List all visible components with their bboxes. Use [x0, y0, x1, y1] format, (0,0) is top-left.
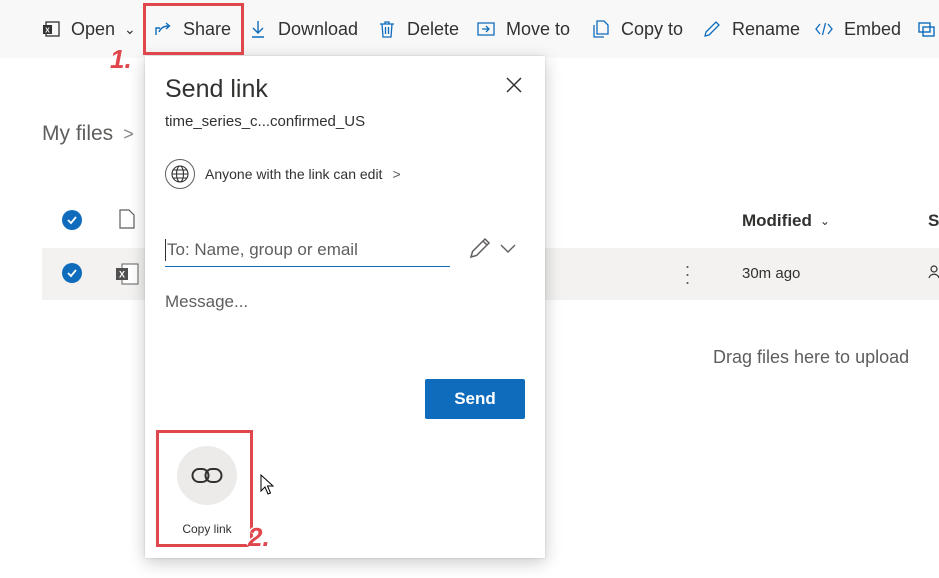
code-icon — [813, 18, 835, 40]
step-2-label: 2. — [248, 522, 270, 552]
modified-column-header[interactable]: Modified ⌄ — [742, 211, 830, 231]
share-highlight-box — [143, 3, 244, 55]
open-label: Open — [71, 18, 116, 39]
shared-icon — [928, 264, 939, 280]
mouse-pointer-icon — [260, 473, 275, 496]
dialog-title: Send link — [165, 75, 268, 103]
copy-icon — [590, 18, 612, 40]
close-button[interactable] — [503, 76, 525, 98]
link-settings-button[interactable]: Anyone with the link can edit > — [165, 158, 401, 190]
chevron-down-icon: ⌄ — [124, 20, 136, 37]
permission-dropdown[interactable] — [499, 238, 517, 258]
recipient-placeholder: To: Name, group or email — [167, 240, 358, 259]
move-to-label: Move to — [506, 18, 571, 39]
chevron-right-icon: > — [123, 123, 134, 144]
file-type-header-icon — [119, 209, 135, 229]
sharing-column-header[interactable]: S — [928, 211, 939, 231]
more-commands-button[interactable] — [916, 14, 938, 44]
delete-button[interactable]: Delete — [376, 14, 459, 44]
move-to-button[interactable]: Move to — [475, 14, 570, 44]
delete-label: Delete — [407, 18, 460, 39]
open-button[interactable]: X Open ⌄ — [40, 14, 136, 44]
download-button[interactable]: Download — [247, 14, 358, 44]
chevron-down-icon — [499, 244, 517, 262]
rename-label: Rename — [732, 18, 801, 39]
drag-upload-hint: Drag files here to upload — [713, 347, 910, 367]
modified-value: 30m ago — [742, 265, 801, 282]
modified-header-label: Modified — [742, 211, 812, 230]
select-all-checkbox[interactable] — [62, 210, 82, 230]
globe-icon — [165, 159, 195, 189]
step-1-label: 1. — [110, 44, 132, 74]
svg-text:X: X — [45, 28, 50, 35]
chevron-down-icon: ⌄ — [819, 214, 830, 228]
pencil-icon — [468, 237, 492, 264]
copy-to-label: Copy to — [621, 18, 684, 39]
send-button[interactable]: Send — [425, 379, 525, 419]
command-bar: X Open ⌄ Share Download Delete Move to C… — [0, 0, 939, 58]
pencil-icon — [701, 18, 723, 40]
excel-icon: X — [40, 18, 62, 40]
embed-label: Embed — [844, 18, 902, 39]
embed-button[interactable]: Embed — [813, 14, 901, 44]
chevron-right-icon: > — [392, 166, 401, 182]
dialog-filename: time_series_c...confirmed_US — [165, 113, 366, 130]
edit-permission-button[interactable] — [468, 236, 494, 262]
move-icon — [475, 18, 497, 40]
permission-label: Anyone with the link can edit — [205, 166, 383, 182]
rename-button[interactable]: Rename — [701, 14, 800, 44]
copy-link-highlight-box — [156, 430, 253, 547]
copy-to-button[interactable]: Copy to — [590, 14, 683, 44]
breadcrumb: My files > — [42, 122, 134, 146]
breadcrumb-my-files[interactable]: My files — [42, 122, 113, 146]
svg-text:X: X — [119, 270, 125, 280]
trash-icon — [376, 18, 398, 40]
download-label: Download — [278, 18, 359, 39]
recipient-input[interactable]: To: Name, group or email — [165, 234, 450, 267]
message-input[interactable]: Message... — [165, 292, 248, 312]
more-options-icon[interactable]: · · · — [680, 257, 694, 291]
excel-file-icon: X — [114, 262, 140, 286]
row-checkbox[interactable] — [62, 263, 82, 283]
windows-icon — [916, 18, 938, 40]
download-icon — [247, 18, 269, 40]
text-caret — [165, 239, 166, 261]
close-icon — [506, 76, 522, 98]
